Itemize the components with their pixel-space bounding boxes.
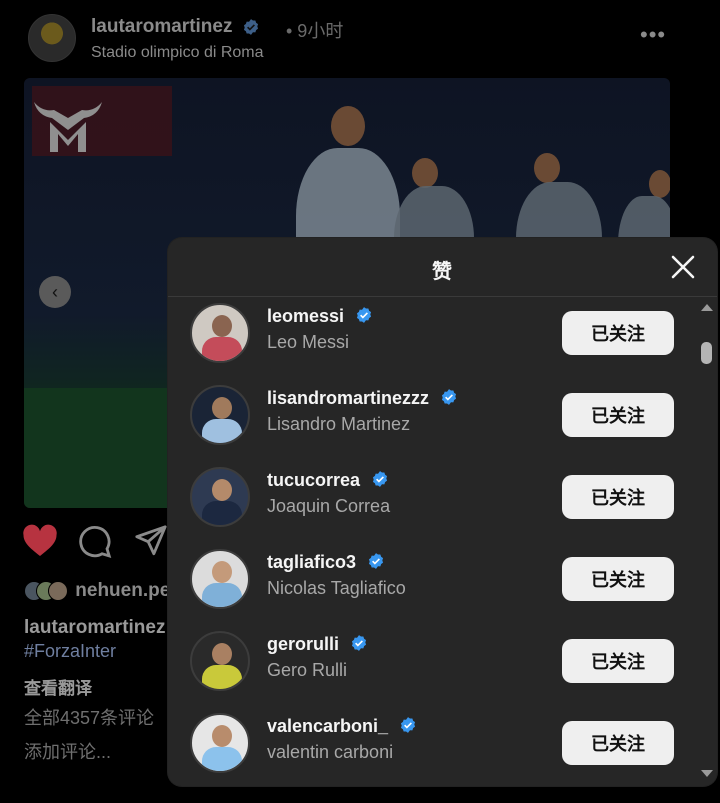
list-item[interactable]: gerorulli Gero Rulli 已关注 (168, 624, 698, 706)
following-button[interactable]: 已关注 (562, 393, 674, 437)
avatar-figure (212, 643, 232, 665)
following-button[interactable]: 已关注 (562, 639, 674, 683)
post-author-username-text[interactable]: lautaromartinez (91, 16, 232, 37)
avatar[interactable] (190, 713, 250, 773)
following-button[interactable]: 已关注 (562, 475, 674, 519)
liked-by-line[interactable]: nehuen.pe (24, 580, 170, 602)
heart-icon[interactable] (22, 524, 58, 558)
following-button[interactable]: 已关注 (562, 311, 674, 355)
username-text[interactable]: leomessi (267, 306, 344, 326)
post-location[interactable]: Stadio olimpico di Roma (91, 44, 264, 62)
list-item[interactable]: tagliafico3 Nicolas Tagliafico 已关注 (168, 542, 698, 624)
list-item[interactable]: leomessi Leo Messi 已关注 (168, 296, 698, 378)
list-item-username[interactable]: tucucorrea (267, 470, 389, 491)
verified-badge-icon (243, 19, 258, 35)
avatar-figure (202, 337, 242, 361)
avatar-figure (212, 479, 232, 501)
list-item-username[interactable]: valencarboni_ (267, 716, 417, 737)
avatar-figure (212, 725, 232, 747)
list-item-full-name: valentin carboni (267, 742, 394, 762)
bull-logo-watermark (34, 102, 102, 152)
previous-image-button[interactable]: ‹ (39, 276, 71, 308)
list-item[interactable]: valencarboni_ valentin carboni 已关注 (168, 706, 698, 786)
list-item-full-name: Lisandro Martinez (267, 414, 411, 434)
avatar[interactable] (190, 549, 250, 609)
following-button[interactable]: 已关注 (562, 557, 674, 601)
more-options-icon[interactable]: ••• (640, 22, 666, 48)
liked-by-avatars (24, 580, 70, 601)
avatar[interactable] (190, 385, 250, 445)
username-text[interactable]: valencarboni_ (267, 716, 388, 736)
scroll-down-arrow-icon[interactable] (701, 770, 713, 777)
avatar-figure (202, 665, 242, 689)
scrollbar-thumb[interactable] (701, 342, 712, 364)
caption-username[interactable]: lautaromartinez (24, 617, 165, 639)
username-text[interactable]: tagliafico3 (267, 552, 356, 572)
likes-modal-title: 赞 (432, 261, 452, 283)
avatar[interactable] (190, 303, 250, 363)
list-item-full-name: Gero Rulli (267, 660, 348, 680)
mini-avatar (48, 580, 68, 601)
avatar-figure (202, 583, 242, 607)
list-item[interactable]: tucucorrea Joaquin Correa 已关注 (168, 460, 698, 542)
verified-badge-icon (373, 471, 388, 487)
verified-badge-icon (357, 307, 372, 323)
caption-hashtag[interactable]: #ForzaInter (24, 641, 116, 662)
verified-badge-icon (368, 553, 384, 569)
liked-by-username[interactable]: nehuen.pe (75, 580, 170, 601)
player-head (412, 158, 438, 188)
list-item-username[interactable]: tagliafico3 (267, 552, 385, 573)
likes-modal: 赞 leomessi Leo Messi 已关注 lisandromartine… (168, 238, 717, 786)
share-icon[interactable] (134, 524, 168, 558)
username-text[interactable]: tucucorrea (267, 470, 360, 490)
list-item[interactable]: lisandromartinezzz Lisandro Martinez 已关注 (168, 378, 698, 460)
list-item-full-name: Joaquin Correa (267, 496, 391, 516)
verified-badge-icon (351, 635, 367, 651)
verified-badge-icon (401, 717, 416, 733)
post-author-username[interactable]: lautaromartinez (91, 16, 260, 38)
player-head (649, 170, 670, 198)
view-all-comments-link[interactable]: 全部4357条评论 (24, 704, 154, 730)
avatar-figure (202, 747, 242, 771)
avatar-figure (212, 397, 232, 419)
add-comment-input[interactable]: 添加评论... (24, 738, 111, 764)
player-head (534, 153, 560, 183)
list-item-username[interactable]: lisandromartinezzz (267, 388, 458, 409)
list-item-full-name: Nicolas Tagliafico (267, 578, 406, 598)
post-author-avatar[interactable] (28, 14, 76, 62)
verified-badge-icon (442, 389, 457, 405)
post-timestamp: • 9小时 (286, 21, 344, 41)
username-text[interactable]: gerorulli (267, 634, 339, 654)
scroll-up-arrow-icon[interactable] (701, 304, 713, 311)
likes-list: leomessi Leo Messi 已关注 lisandromartinezz… (168, 296, 698, 786)
list-item-username[interactable]: leomessi (267, 306, 373, 327)
likes-list-scrollbar[interactable] (698, 296, 717, 786)
avatar[interactable] (190, 467, 250, 527)
player-head (331, 106, 365, 146)
comment-icon[interactable] (78, 524, 112, 558)
avatar-figure (212, 561, 232, 583)
close-icon[interactable] (668, 252, 698, 282)
list-item-full-name: Leo Messi (267, 332, 350, 352)
likes-modal-header: 赞 (168, 238, 717, 297)
avatar-figure (202, 419, 242, 443)
avatar-figure (202, 501, 242, 525)
avatar-figure (212, 315, 232, 337)
username-text[interactable]: lisandromartinezzz (267, 388, 429, 408)
post-header: lautaromartinez • 9小时 Stadio olimpico di… (28, 14, 688, 66)
following-button[interactable]: 已关注 (562, 721, 674, 765)
avatar[interactable] (190, 631, 250, 691)
see-translation-link[interactable]: 查看翻译 (24, 674, 92, 699)
list-item-username[interactable]: gerorulli (267, 634, 368, 655)
